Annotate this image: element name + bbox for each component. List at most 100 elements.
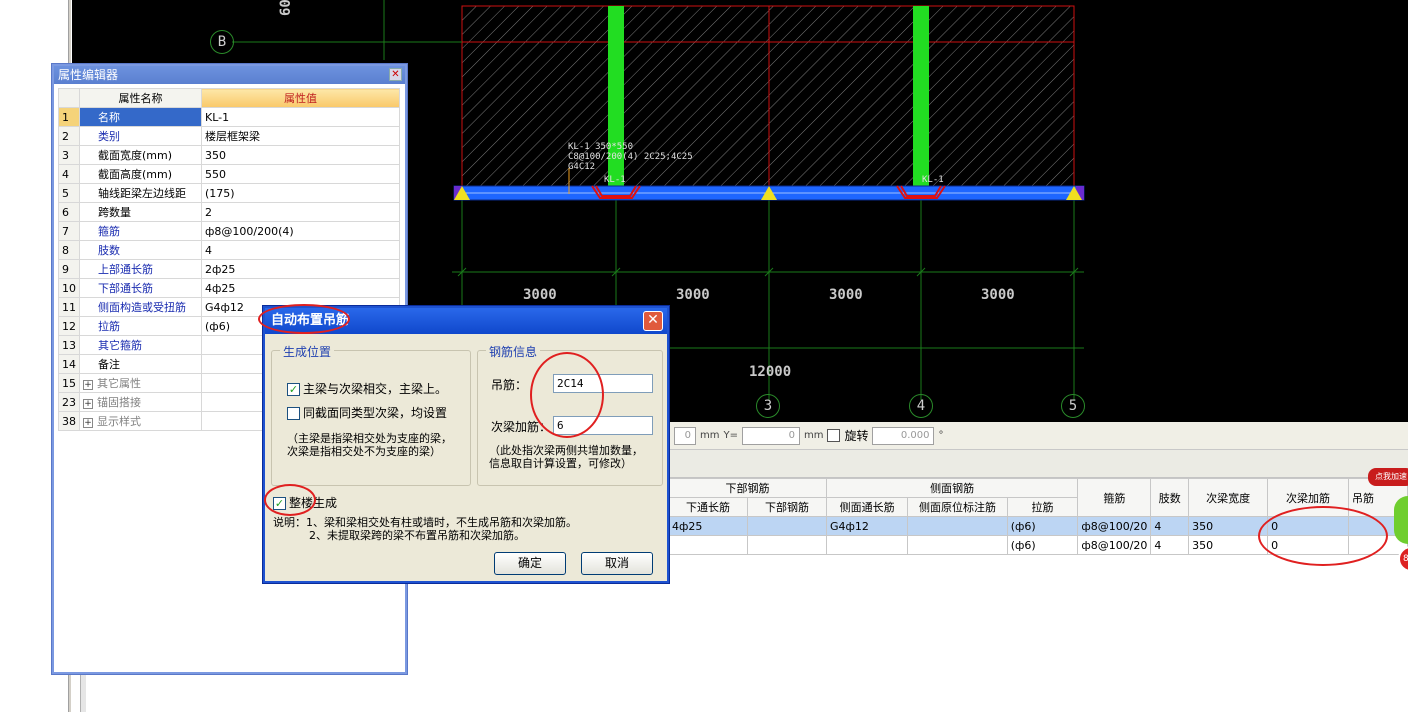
property-value[interactable]: (175) bbox=[201, 183, 400, 203]
property-row[interactable]: 7 箍筋 ф8@100/200(4) bbox=[58, 221, 400, 241]
table-row[interactable]: (ф6) ф8@100/20 4 350 0 bbox=[668, 535, 1408, 555]
grid-header[interactable]: 箍筋 bbox=[1077, 478, 1152, 517]
property-value[interactable]: 550 bbox=[201, 164, 400, 184]
property-row[interactable]: 10 下部通长筋 4ф25 bbox=[58, 278, 400, 298]
property-row[interactable]: 4 截面高度(mm) 550 bbox=[58, 164, 400, 184]
grid-header[interactable]: 肢数 bbox=[1150, 478, 1190, 517]
expand-plus-icon[interactable]: + bbox=[83, 418, 93, 428]
grid-header[interactable]: 下通长筋 bbox=[668, 497, 748, 517]
grid-cell[interactable]: 4 bbox=[1150, 535, 1190, 555]
property-name[interactable]: 拉筋 bbox=[79, 316, 202, 336]
property-value[interactable]: 4ф25 bbox=[201, 278, 400, 298]
checkbox-checked[interactable]: ✓ bbox=[273, 497, 286, 510]
grid-cell[interactable] bbox=[907, 516, 1008, 536]
property-name[interactable]: 名称 bbox=[79, 107, 202, 127]
speedup-badge[interactable]: 点我加速 bbox=[1368, 468, 1408, 486]
grid-header[interactable]: 侧面原位标注筋 bbox=[907, 497, 1008, 517]
property-row[interactable]: 3 截面宽度(mm) 350 bbox=[58, 145, 400, 165]
cancel-button[interactable]: 取消 bbox=[581, 552, 653, 575]
ok-button[interactable]: 确定 bbox=[494, 552, 566, 575]
dialog-titlebar[interactable]: 自动布置吊筋 ✕ bbox=[265, 308, 667, 334]
opt-same-section[interactable]: 同截面同类型次梁，均设置 bbox=[287, 404, 447, 421]
property-name[interactable]: 箍筋 bbox=[79, 221, 202, 241]
checkbox-checked[interactable]: ✓ bbox=[287, 383, 300, 396]
speedup-widget[interactable]: 点我加速 8 bbox=[1364, 468, 1408, 578]
property-name[interactable]: 类别 bbox=[79, 126, 202, 146]
column bbox=[913, 6, 929, 188]
expand-plus-icon[interactable]: + bbox=[83, 380, 93, 390]
property-row[interactable]: 1 名称 KL-1 bbox=[58, 107, 400, 127]
property-row[interactable]: 8 肢数 4 bbox=[58, 240, 400, 260]
property-name[interactable]: 跨数量 bbox=[79, 202, 202, 222]
grid-header[interactable]: 拉筋 bbox=[1006, 497, 1079, 517]
opt-main-secondary[interactable]: ✓ 主梁与次梁相交，主梁上。 bbox=[287, 380, 447, 397]
property-value[interactable]: 350 bbox=[201, 145, 400, 165]
property-row[interactable]: 6 跨数量 2 bbox=[58, 202, 400, 222]
property-value[interactable]: 楼层框架梁 bbox=[201, 126, 400, 146]
table-row[interactable]: 4ф25 G4ф12 (ф6) ф8@100/20 4 350 0 bbox=[668, 516, 1408, 536]
property-group[interactable]: + 锚固搭接 bbox=[79, 392, 202, 412]
grid-cell[interactable] bbox=[746, 516, 827, 536]
property-name[interactable]: 侧面构造或受扭筋 bbox=[79, 297, 202, 317]
grid-header[interactable]: 次梁宽度 bbox=[1188, 478, 1269, 517]
property-name[interactable]: 备注 bbox=[79, 354, 202, 374]
property-value[interactable]: KL-1 bbox=[201, 107, 400, 127]
property-value[interactable]: 2ф25 bbox=[201, 259, 400, 279]
property-group[interactable]: + 显示样式 bbox=[79, 411, 202, 431]
grid-cell[interactable]: 0 bbox=[1267, 516, 1350, 536]
grid-cell[interactable]: (ф6) bbox=[1006, 516, 1079, 536]
grid-cell[interactable] bbox=[746, 535, 827, 555]
grid-header[interactable]: 侧面通长筋 bbox=[825, 497, 909, 517]
grid-cell[interactable]: 350 bbox=[1188, 535, 1269, 555]
grid-header[interactable]: 下部钢筋 bbox=[746, 497, 827, 517]
property-row[interactable]: 5 轴线距梁左边线距 (175) bbox=[58, 183, 400, 203]
grid-cell[interactable] bbox=[668, 535, 748, 555]
expand-plus-icon[interactable]: + bbox=[83, 399, 93, 409]
row-index: 7 bbox=[58, 221, 80, 241]
y-input[interactable]: 0 bbox=[741, 426, 800, 445]
grid-cell[interactable] bbox=[907, 535, 1008, 555]
property-value[interactable]: 2 bbox=[201, 202, 400, 222]
grid-cell[interactable]: 4 bbox=[1150, 516, 1190, 536]
opt-main-secondary-label: 主梁与次梁相交，主梁上。 bbox=[303, 382, 448, 396]
property-editor-titlebar[interactable]: 属性编辑器 ✕ bbox=[54, 66, 405, 84]
grid-cell[interactable]: 0 bbox=[1267, 535, 1350, 555]
grid-header[interactable]: 次梁加筋 bbox=[1267, 478, 1350, 517]
hanger-input[interactable]: 2C14 bbox=[553, 374, 653, 393]
property-name[interactable]: 其它箍筋 bbox=[79, 335, 202, 355]
grid-cell[interactable]: 4ф25 bbox=[668, 516, 748, 536]
opt-same-section-label: 同截面同类型次梁，均设置 bbox=[303, 406, 448, 420]
property-row[interactable]: 9 上部通长筋 2ф25 bbox=[58, 259, 400, 279]
grid-cell[interactable]: G4ф12 bbox=[825, 516, 909, 536]
notification-count[interactable]: 8 bbox=[1398, 546, 1408, 572]
whole-floor-option[interactable]: ✓ 整楼生成 bbox=[273, 494, 337, 511]
property-name[interactable]: 截面宽度(mm) bbox=[79, 145, 202, 165]
secondary-input[interactable]: 6 bbox=[553, 416, 653, 435]
grid-cell[interactable]: 350 bbox=[1188, 516, 1269, 536]
auto-hanger-dialog: 自动布置吊筋 ✕ 生成位置 ✓ 主梁与次梁相交，主梁上。 同截面同类型次梁，均设置… bbox=[263, 306, 669, 583]
rotate-input[interactable]: 0.000 bbox=[872, 426, 935, 445]
property-name[interactable]: 上部通长筋 bbox=[79, 259, 202, 279]
grid-cell[interactable]: ф8@100/20 bbox=[1077, 516, 1152, 536]
property-name[interactable]: 下部通长筋 bbox=[79, 278, 202, 298]
close-icon[interactable]: ✕ bbox=[389, 68, 402, 81]
rotate-checkbox[interactable] bbox=[827, 429, 841, 442]
secondary-label: 次梁加筋： bbox=[491, 420, 552, 434]
mascot-icon[interactable] bbox=[1394, 496, 1408, 544]
grid-cell[interactable] bbox=[825, 535, 909, 555]
property-value[interactable]: ф8@100/200(4) bbox=[201, 221, 400, 241]
property-name[interactable]: 肢数 bbox=[79, 240, 202, 260]
property-name[interactable]: 轴线距梁左边线距 bbox=[79, 183, 202, 203]
property-name[interactable]: 截面高度(mm) bbox=[79, 164, 202, 184]
rebar-group-caption: 钢筋信息 bbox=[486, 343, 541, 360]
property-value[interactable]: 4 bbox=[201, 240, 400, 260]
property-group[interactable]: + 其它属性 bbox=[79, 373, 202, 393]
row-index: 10 bbox=[58, 278, 80, 298]
span-dim: 3000 bbox=[676, 287, 710, 303]
grid-cell[interactable]: ф8@100/20 bbox=[1077, 535, 1152, 555]
close-icon[interactable]: ✕ bbox=[643, 311, 663, 331]
grid-cell[interactable]: (ф6) bbox=[1006, 535, 1079, 555]
checkbox-unchecked[interactable] bbox=[287, 407, 300, 420]
property-row[interactable]: 2 类别 楼层框架梁 bbox=[58, 126, 400, 146]
x-input[interactable]: 0 bbox=[674, 426, 696, 445]
